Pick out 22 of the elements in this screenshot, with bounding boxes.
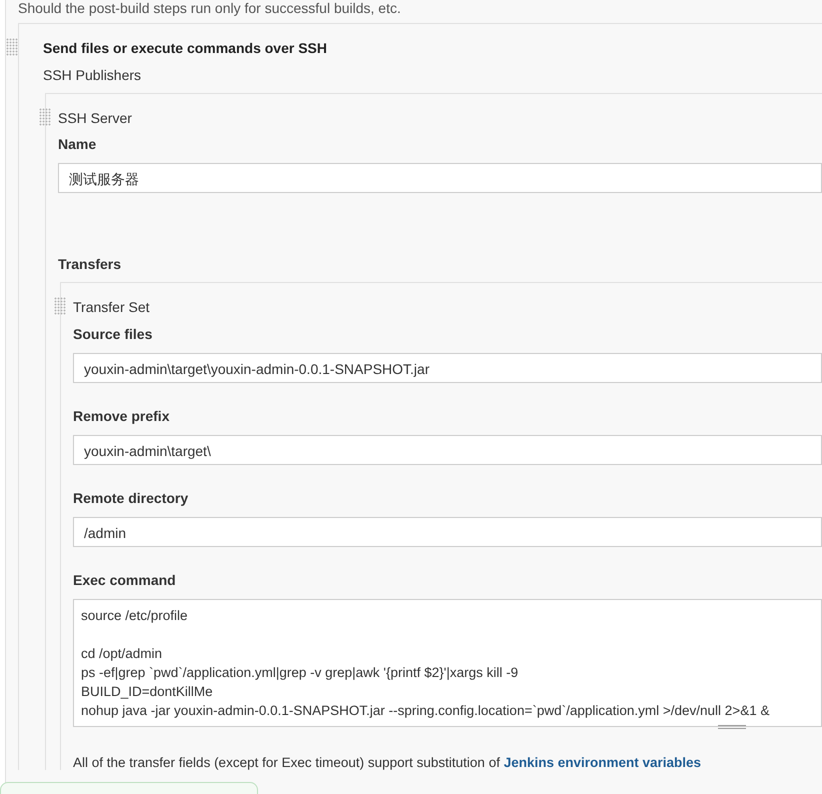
transfer-set-heading: Transfer Set xyxy=(73,298,151,317)
help-text: All of the transfer fields (except for Exec timeout) support substitution of Jenkins environment variables xyxy=(73,755,702,770)
text-field[interactable]: /admin xyxy=(73,517,822,547)
help-text: Should the post-build steps run only for successful builds, etc. xyxy=(18,0,402,18)
text-field[interactable]: youxin-admin\target\youxin-admin-0.0.1-SNAPSHOT.jar xyxy=(73,353,822,383)
text-field[interactable]: youxin-admin\target\ xyxy=(73,435,822,465)
drag-handle-icon[interactable] xyxy=(6,38,18,56)
section-title: Send files or execute commands over SSH xyxy=(43,39,328,58)
field-label: Source files xyxy=(73,325,154,344)
field-label: Name xyxy=(58,135,98,154)
field-label: Transfers xyxy=(58,255,122,274)
text-field[interactable]: 测试服务器 xyxy=(58,163,822,193)
server-heading: SSH Server xyxy=(58,109,133,128)
field-label: Remove prefix xyxy=(73,407,170,426)
field-label: Exec command xyxy=(73,571,177,590)
drag-handle-icon[interactable] xyxy=(54,297,66,315)
field-label: Remote directory xyxy=(73,489,190,508)
exec-command-field[interactable]: source /etc/profile cd /opt/admin ps -ef|grep `pwd`/application.yml|grep -v grep|awk '{printf $2}'|xargs kill -9 BUILD_ID=dontKillMe nohup java -jar youxin-admin-0.0.1-SNAPSHOT.jar --spring.config.location=`pwd`/application.yml >/dev/null 2>&1 & xyxy=(73,599,822,727)
drag-handle-icon[interactable] xyxy=(39,108,51,126)
resize-handle-icon[interactable] xyxy=(718,725,746,729)
environment-variables-link[interactable]: Jenkins environment variables xyxy=(504,755,702,770)
section-subtitle: SSH Publishers xyxy=(43,66,142,85)
